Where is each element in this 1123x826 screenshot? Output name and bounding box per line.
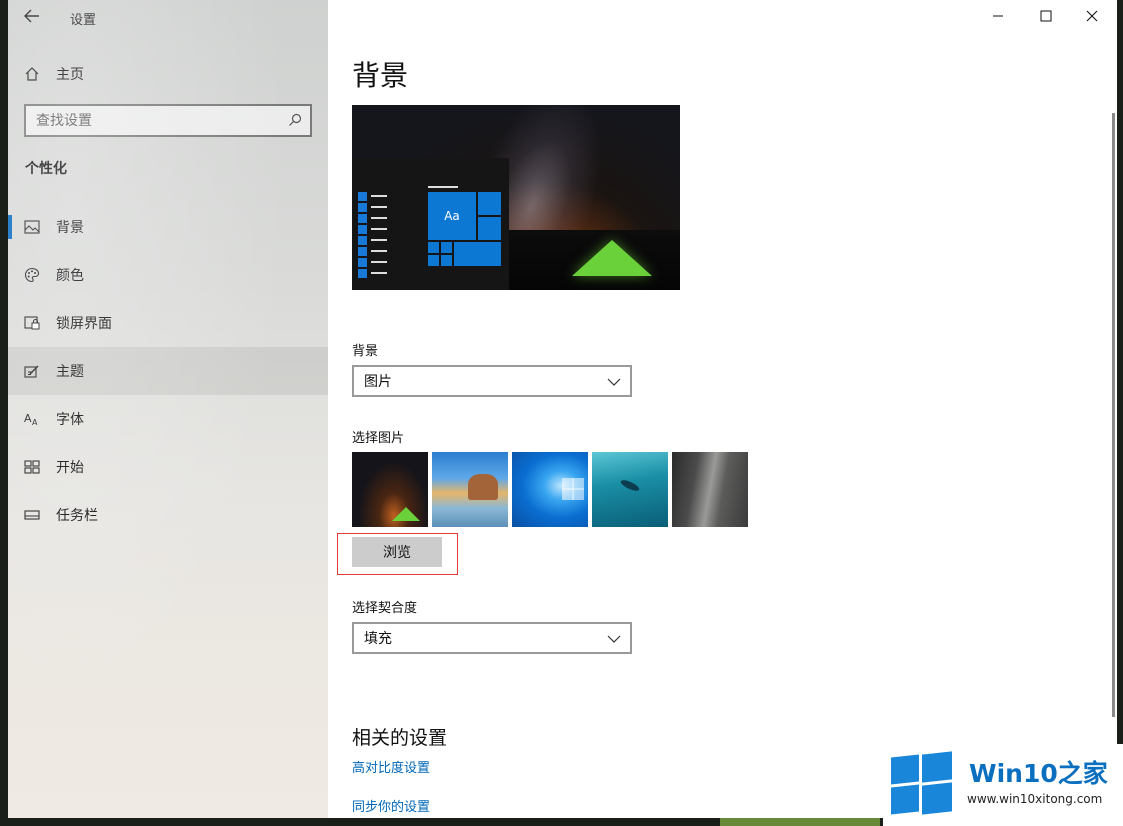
sidebar-item-label: 锁屏界面 [56, 316, 112, 332]
home-icon [8, 66, 56, 82]
taskbar-icon [8, 509, 56, 521]
sidebar-item-colors[interactable]: 颜色 [8, 251, 328, 299]
chevron-down-icon [607, 375, 621, 391]
fit-value: 填充 [364, 631, 392, 647]
main-content: 背景 Aa 背景 图片 选择图片 浏览 选择契合度 填充 相关的设置 高对比度设… [328, 0, 1117, 818]
related-settings-title: 相关的设置 [352, 727, 448, 749]
watermark: Win10之家 www.win10xitong.com [883, 744, 1123, 826]
search-icon[interactable] [288, 113, 302, 131]
browse-button[interactable]: 浏览 [352, 537, 442, 567]
page-title: 背景 [352, 59, 409, 92]
sync-settings-link[interactable]: 同步你的设置 [352, 796, 430, 815]
sidebar-item-lock-screen[interactable]: 锁屏界面 [8, 299, 328, 347]
theme-icon [8, 364, 56, 379]
back-button[interactable] [18, 4, 46, 30]
section-title: 个性化 [25, 161, 67, 177]
picture-thumbnail-1[interactable] [352, 452, 428, 527]
sidebar-item-home[interactable]: 主页 [8, 57, 328, 91]
picture-thumbnail-5[interactable] [672, 452, 748, 527]
picture-gallery [352, 452, 752, 527]
picture-thumbnail-2[interactable] [432, 452, 508, 527]
preview-tile: Aa [428, 192, 476, 240]
search-field[interactable] [24, 104, 312, 137]
sidebar-nav: 背景 颜色 锁屏界面 主题 A A 字体 开始 任务栏 [8, 203, 328, 539]
svg-text:A: A [24, 412, 32, 425]
sidebar-item-label: 颜色 [56, 268, 84, 284]
app-title: 设置 [70, 13, 97, 28]
high-contrast-link[interactable]: 高对比度设置 [352, 757, 430, 776]
search-input[interactable] [36, 112, 276, 129]
sidebar-item-start[interactable]: 开始 [8, 443, 328, 491]
sidebar-item-themes[interactable]: 主题 [8, 347, 328, 395]
sidebar-item-label: 任务栏 [56, 508, 98, 524]
picture-icon [8, 220, 56, 234]
sidebar-item-background[interactable]: 背景 [8, 203, 328, 251]
background-type-value: 图片 [364, 374, 392, 390]
lock-screen-icon [8, 316, 56, 330]
settings-window: 设置 主页 个性化 背景 [8, 0, 1117, 818]
sidebar-item-taskbar[interactable]: 任务栏 [8, 491, 328, 539]
sidebar-item-label: 背景 [56, 220, 84, 236]
sidebar: 设置 主页 个性化 背景 [8, 0, 328, 818]
sidebar-item-label: 主题 [56, 364, 84, 380]
svg-text:A: A [32, 418, 38, 426]
font-icon: AA [8, 412, 56, 426]
fit-label: 选择契合度 [352, 601, 418, 616]
sidebar-item-label: 开始 [56, 460, 84, 476]
chevron-down-icon [607, 632, 621, 648]
watermark-brand: Win10之家 [969, 759, 1108, 788]
start-icon [8, 460, 56, 474]
back-arrow-icon [24, 7, 40, 28]
start-menu-preview: Aa [352, 158, 509, 290]
sidebar-item-label: 主页 [56, 67, 84, 83]
background-type-select[interactable]: 图片 [352, 365, 632, 397]
fit-select[interactable]: 填充 [352, 622, 632, 654]
palette-icon [8, 267, 56, 283]
scrollbar[interactable] [1112, 113, 1115, 717]
windows-logo-icon [891, 751, 952, 815]
picture-thumbnail-4[interactable] [592, 452, 668, 527]
watermark-url: www.win10xitong.com [967, 792, 1103, 806]
choose-picture-label: 选择图片 [352, 431, 405, 446]
sidebar-item-fonts[interactable]: AA 字体 [8, 395, 328, 443]
tent-image [572, 240, 652, 276]
background-label: 背景 [352, 344, 379, 359]
sidebar-item-label: 字体 [56, 412, 84, 428]
background-preview: Aa [352, 105, 680, 290]
picture-thumbnail-3[interactable] [512, 452, 588, 527]
